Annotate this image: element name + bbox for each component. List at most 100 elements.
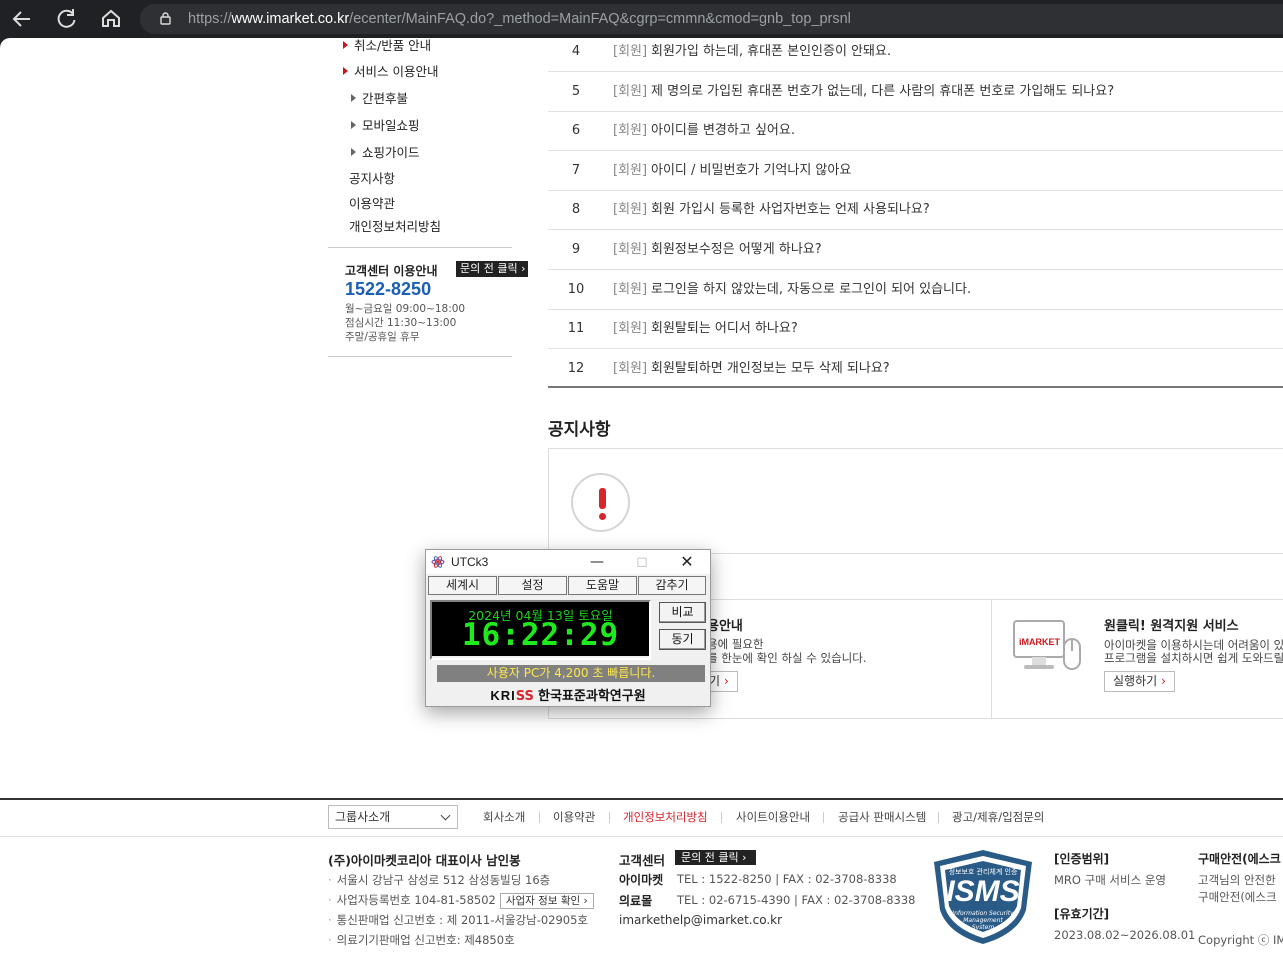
faq-question[interactable]: 회원탈퇴하면 개인정보는 모두 삭제 되나요? — [651, 349, 890, 389]
service-left-title: 용안내 — [707, 619, 743, 634]
customer-center-title: 고객센터 이용안내 — [345, 264, 438, 278]
footer-link-supplier[interactable]: 공급사 판매시스템 — [838, 805, 926, 829]
footer-cc-imarket-label: 아이마켓 — [619, 873, 664, 887]
kriss-logo: KRISS 한국표준과학연구원 — [490, 688, 646, 704]
footer-link-terms[interactable]: 이용약관 — [553, 805, 595, 829]
footer-separator — [938, 812, 939, 823]
faq-num: 7 — [571, 163, 581, 178]
sync-button[interactable]: 동기 — [659, 629, 706, 650]
footer-divider — [0, 836, 1283, 837]
footer-link-about[interactable]: 회사소개 — [483, 805, 525, 829]
faq-question[interactable]: 회원정보수정은 어떻게 하나요? — [651, 230, 822, 270]
escrow-text-2: 구매안전(에스크 — [1198, 890, 1277, 904]
footer-top-line — [0, 798, 1283, 800]
faq-question[interactable]: 회원 가입시 등록한 사업자번호는 언제 사용되나요? — [651, 190, 930, 230]
isms-logo-text: ISMS — [946, 875, 1020, 908]
faq-category: [회원] — [613, 282, 648, 297]
isms-sub3: System — [971, 924, 995, 931]
faq-row[interactable]: 7 [회원] 아이디 / 비밀번호가 기억나지 않아요 — [548, 151, 1283, 191]
isms-sub1: Information Security — [952, 910, 1014, 917]
minimize-icon[interactable]: — — [582, 550, 612, 574]
faq-question[interactable]: 아이디 / 비밀번호가 기억나지 않아요 — [651, 151, 851, 191]
service-left-desc1: 용에 필요한 — [707, 637, 764, 651]
menu-help[interactable]: 도움말 — [568, 576, 637, 595]
remote-run-button[interactable]: 실행하기 › — [1104, 671, 1175, 692]
faq-category: [회원] — [613, 123, 648, 138]
atom-icon — [431, 556, 445, 568]
faq-row[interactable]: 10 [회원] 로그인을 하지 않았는데, 자동으로 로그인이 되어 있습니다. — [548, 270, 1283, 310]
faq-num: 5 — [571, 84, 581, 99]
back-arrow-icon[interactable] — [9, 6, 35, 32]
footer-cc-medical: TEL : 02-6715-4390 | FAX : 02-3708-8338 — [677, 893, 916, 907]
menu-item-shopping-guide[interactable]: 쇼핑가이드 — [351, 142, 420, 161]
time-diff-status: 사용자 PC가 4,200 초 빠릅니다. — [437, 665, 705, 682]
utck3-titlebar[interactable]: UTCk3 — ◻ ✕ — [426, 550, 710, 574]
faq-row[interactable]: 4 [회원] 회원가입 하는데, 휴대폰 본인인증이 안돼요. — [548, 32, 1283, 72]
cert-period-heading: [유효기간] — [1054, 907, 1110, 921]
footer-cc-title: 고객센터 — [619, 853, 666, 868]
home-icon[interactable] — [98, 6, 124, 32]
faq-question[interactable]: 아이디를 변경하고 싶어요. — [651, 111, 795, 151]
menu-item-deferred-payment[interactable]: 간편후불 — [351, 88, 408, 107]
faq-question[interactable]: 로그인을 하지 않았는데, 자동으로 로그인이 되어 있습니다. — [651, 270, 971, 310]
menu-world-time[interactable]: 세계시 — [428, 576, 497, 595]
medical-device-number: 의료기기판매업 신고번호: 제4850호 — [334, 932, 515, 948]
close-icon[interactable]: ✕ — [672, 550, 702, 574]
footer-link-partnership[interactable]: 광고/제휴/입점문의 — [952, 805, 1044, 829]
cert-scope: MRO 구매 서비스 운영 — [1054, 873, 1166, 887]
faq-row[interactable]: 6 [회원] 아이디를 변경하고 싶어요. — [548, 111, 1283, 151]
compare-button[interactable]: 비교 — [659, 602, 706, 623]
business-number: 사업자등록번호 104-81-58502사업자 정보 확인 › — [334, 892, 594, 909]
menu-item-notice[interactable]: 공지사항 — [349, 168, 395, 187]
faq-row[interactable]: 11 [회원] 회원탈퇴는 어디서 하나요? — [548, 309, 1283, 349]
lock-icon[interactable] — [160, 12, 171, 25]
menu-item-privacy[interactable]: 개인정보처리방침 — [349, 216, 441, 235]
footer-cc-imarket: TEL : 1522-8250 | FAX : 02-3708-8338 — [677, 872, 897, 886]
footer-inquiry-button[interactable]: 문의 전 클릭 › — [675, 850, 756, 865]
business-info-button[interactable]: 사업자 정보 확인 › — [499, 893, 594, 909]
telecom-sales-number: 통신판매업 신고번호 : 제 2011-서울강남-02905호 — [334, 912, 588, 928]
faq-num: 12 — [567, 361, 585, 376]
imarket-logo: iMARKET — [1019, 637, 1060, 647]
address-bar[interactable]: https://www.imarket.co.kr/ecenter/MainFA… — [140, 4, 1283, 34]
faq-row[interactable]: 8 [회원] 회원 가입시 등록한 사업자번호는 언제 사용되나요? — [548, 190, 1283, 230]
reload-icon[interactable] — [54, 6, 80, 32]
faq-num: 11 — [567, 321, 585, 336]
faq-num: 4 — [571, 44, 581, 59]
inquiry-button[interactable]: 문의 전 클릭 › — [456, 261, 528, 277]
footer-link-privacy[interactable]: 개인정보처리방침 — [623, 805, 708, 829]
triangle-icon — [351, 148, 356, 156]
menu-settings[interactable]: 설정 — [498, 576, 567, 595]
clock-display: 2024년 04월 13일 토요일 16:22:29 — [432, 602, 649, 656]
cs-hours-weekend: 주말/공휴일 휴무 — [345, 331, 420, 343]
menu-item-mobile-shopping[interactable]: 모바일쇼핑 — [351, 115, 420, 134]
footer-separator — [539, 812, 540, 823]
notice-title: 공지사항 — [548, 420, 611, 440]
faq-category: [회원] — [613, 361, 648, 376]
faq-category: [회원] — [613, 84, 648, 99]
menu-hide[interactable]: 감추기 — [638, 576, 706, 595]
faq-question[interactable]: 제 명의로 가입된 휴대폰 번호가 없는데, 다른 사람의 휴대폰 번호로 가입… — [651, 72, 1114, 112]
menu-item-terms[interactable]: 이용약관 — [349, 193, 395, 212]
computer-mouse-icon — [1013, 620, 1081, 670]
footer-separator — [609, 812, 610, 823]
menu-item-cancel-return[interactable]: 취소/반품 안내 — [343, 35, 431, 54]
menu-item-service-guide[interactable]: 서비스 이용안내 — [343, 61, 438, 80]
chevron-down-icon — [440, 810, 451, 821]
company-address: 서울시 강남구 삼성로 512 삼성동빌딩 16층 — [334, 872, 551, 888]
footer-link-site-guide[interactable]: 사이트이용안내 — [736, 805, 810, 829]
footer-cc-email[interactable]: imarkethelp@imarket.co.kr — [619, 913, 782, 927]
faq-question[interactable]: 회원가입 하는데, 휴대폰 본인인증이 안돼요. — [651, 32, 891, 72]
service-right-title: 원클릭! 원격지원 서비스 — [1104, 619, 1239, 634]
service-right-desc2: 프로그램을 설치하시면 쉽게 도와드릴 수 — [1104, 651, 1283, 665]
faq-row[interactable]: 12 [회원] 회원탈퇴하면 개인정보는 모두 삭제 되나요? — [548, 349, 1283, 389]
faq-question[interactable]: 회원탈퇴는 어디서 하나요? — [651, 309, 798, 349]
customer-center-phone: 1522-8250 — [345, 279, 432, 299]
faq-row[interactable]: 5 [회원] 제 명의로 가입된 휴대폰 번호가 없는데, 다른 사람의 휴대폰 번… — [548, 72, 1283, 112]
footer-separator — [721, 812, 722, 823]
group-company-select[interactable]: 그룹사소개 — [328, 805, 458, 829]
faq-bottom-divider — [548, 386, 1283, 388]
faq-row[interactable]: 9 [회원] 회원정보수정은 어떻게 하나요? — [548, 230, 1283, 270]
utck3-window: UTCk3 — ◻ ✕ 세계시 설정 도움말 감추기 2024년 04월 13일… — [425, 549, 711, 707]
service-left-desc2: 를 한눈에 확인 하실 수 있습니다. — [707, 651, 867, 665]
